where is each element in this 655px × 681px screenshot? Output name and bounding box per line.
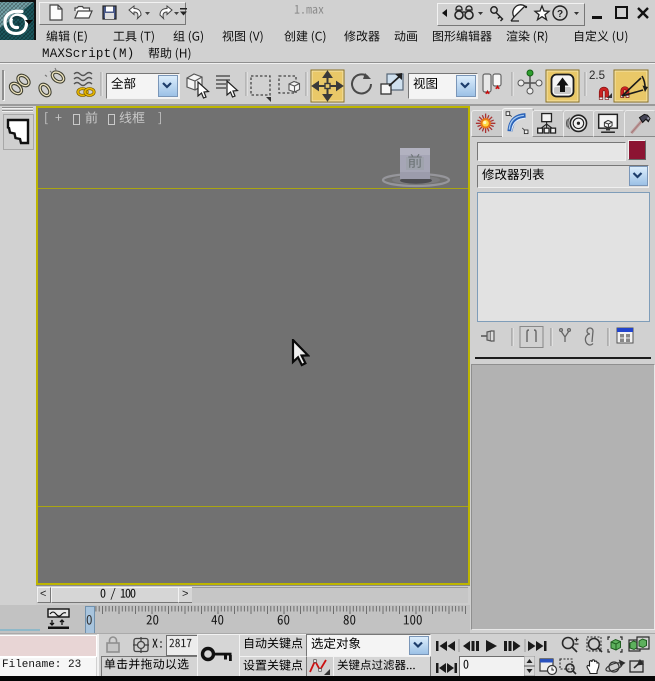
svg-text:?: ? (557, 9, 563, 20)
svg-text:2.5: 2.5 (589, 70, 605, 82)
